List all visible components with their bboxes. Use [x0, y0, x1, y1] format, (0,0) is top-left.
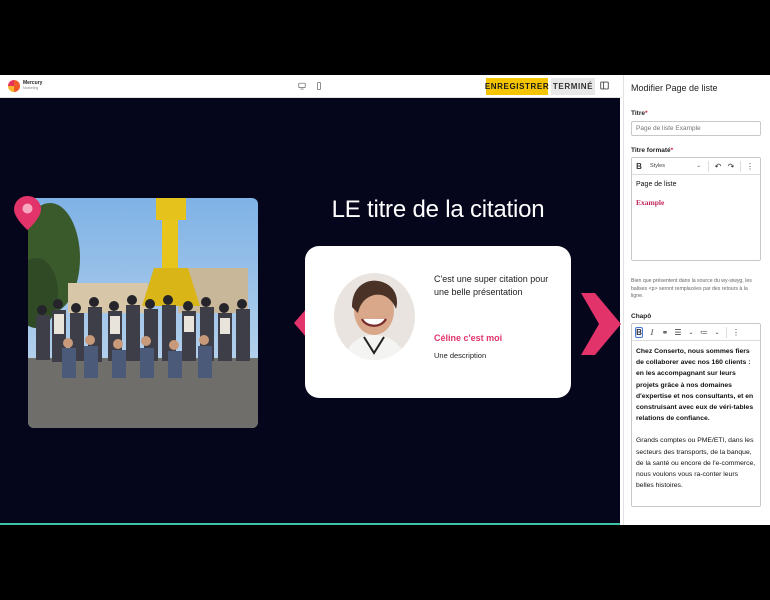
chevron-down-icon: ⌄	[696, 163, 701, 169]
save-button[interactable]: ENREGISTRER	[485, 78, 549, 95]
quote-author[interactable]: Céline c'est moi	[434, 333, 502, 343]
mobile-icon[interactable]	[315, 82, 323, 90]
bold-icon[interactable]: B	[635, 326, 643, 338]
logo-subtitle: Marketing	[23, 86, 39, 90]
logo-icon	[8, 80, 20, 92]
styles-label: Styles	[650, 163, 665, 169]
group-photo	[28, 198, 258, 428]
desktop-icon[interactable]	[298, 82, 306, 90]
chapo-content[interactable]: Chez Conserto, nous sommes fiers de coll…	[632, 341, 760, 496]
quote-text[interactable]: C'est une super citation pour une belle …	[434, 273, 552, 299]
page-editor: Mercury Marketing ENREGISTRER TERMINÉ LE…	[0, 75, 770, 525]
title-label: Titre*	[631, 110, 648, 117]
panel-title: Modifier Page de liste	[631, 83, 718, 93]
formatted-title-accent: Example	[636, 198, 665, 207]
formatted-title-toolbar: B Styles ⌄ ↶ ↷ ⋮	[632, 158, 760, 175]
panel-toggle-icon[interactable]	[600, 81, 609, 90]
chevron-down-icon: ⌄	[714, 329, 720, 336]
author-avatar	[334, 273, 415, 360]
brand-logo[interactable]: Mercury Marketing	[8, 80, 42, 92]
location-pin-icon	[14, 196, 41, 230]
editor-hint: Bien que présentent dans la source du wy…	[631, 278, 752, 299]
more-options-icon[interactable]: ⋮	[732, 328, 740, 337]
undo-icon[interactable]: ↶	[714, 162, 722, 171]
chapo-toolbar: B I ⚭ ☰ ⌄ ≔ ⌄ ⋮	[632, 324, 760, 341]
italic-icon[interactable]: I	[648, 328, 656, 337]
chevron-right-icon[interactable]	[581, 293, 621, 355]
formatted-title-line: Page de liste	[636, 181, 677, 188]
quote-card: C'est une super citation pour une belle …	[305, 246, 571, 398]
chapo-paragraph: Chez Conserto, nous sommes fiers de coll…	[636, 348, 751, 367]
formatted-title-label: Titre formaté*	[631, 147, 674, 154]
more-options-icon[interactable]: ⋮	[746, 162, 754, 171]
numbered-list-icon[interactable]: ≔	[700, 328, 708, 337]
bold-icon[interactable]: B	[635, 162, 643, 171]
styles-dropdown[interactable]: Styles ⌄	[648, 163, 703, 169]
redo-icon[interactable]: ↷	[727, 162, 735, 171]
formatted-title-editor[interactable]: B Styles ⌄ ↶ ↷ ⋮ Page de liste Example	[631, 157, 761, 261]
editor-topbar: Mercury Marketing ENREGISTRER TERMINÉ	[0, 75, 622, 98]
formatted-title-content[interactable]: Page de liste Example	[632, 175, 760, 213]
chapo-paragraph: Grands comptes ou PME/ETI, dans les sect…	[636, 437, 756, 490]
chapo-label: Chapô	[631, 313, 652, 320]
done-button[interactable]: TERMINÉ	[551, 78, 595, 95]
edit-panel: Modifier Page de liste Titre* Titre form…	[623, 75, 770, 525]
chapo-paragraph: en les accompagnant sur leurs projets gr…	[636, 370, 754, 423]
quote-title[interactable]: LE titre de la citation	[305, 196, 571, 224]
title-input[interactable]	[631, 121, 761, 136]
preview-canvas[interactable]: LE titre de la citation C'est une super …	[0, 98, 621, 525]
link-icon[interactable]: ⚭	[661, 328, 669, 337]
bulleted-list-icon[interactable]: ☰	[674, 328, 682, 337]
chapo-editor[interactable]: B I ⚭ ☰ ⌄ ≔ ⌄ ⋮ Chez Conserto, nous somm…	[631, 323, 761, 507]
chevron-down-icon: ⌄	[688, 329, 694, 336]
quote-description[interactable]: Une description	[434, 351, 486, 360]
